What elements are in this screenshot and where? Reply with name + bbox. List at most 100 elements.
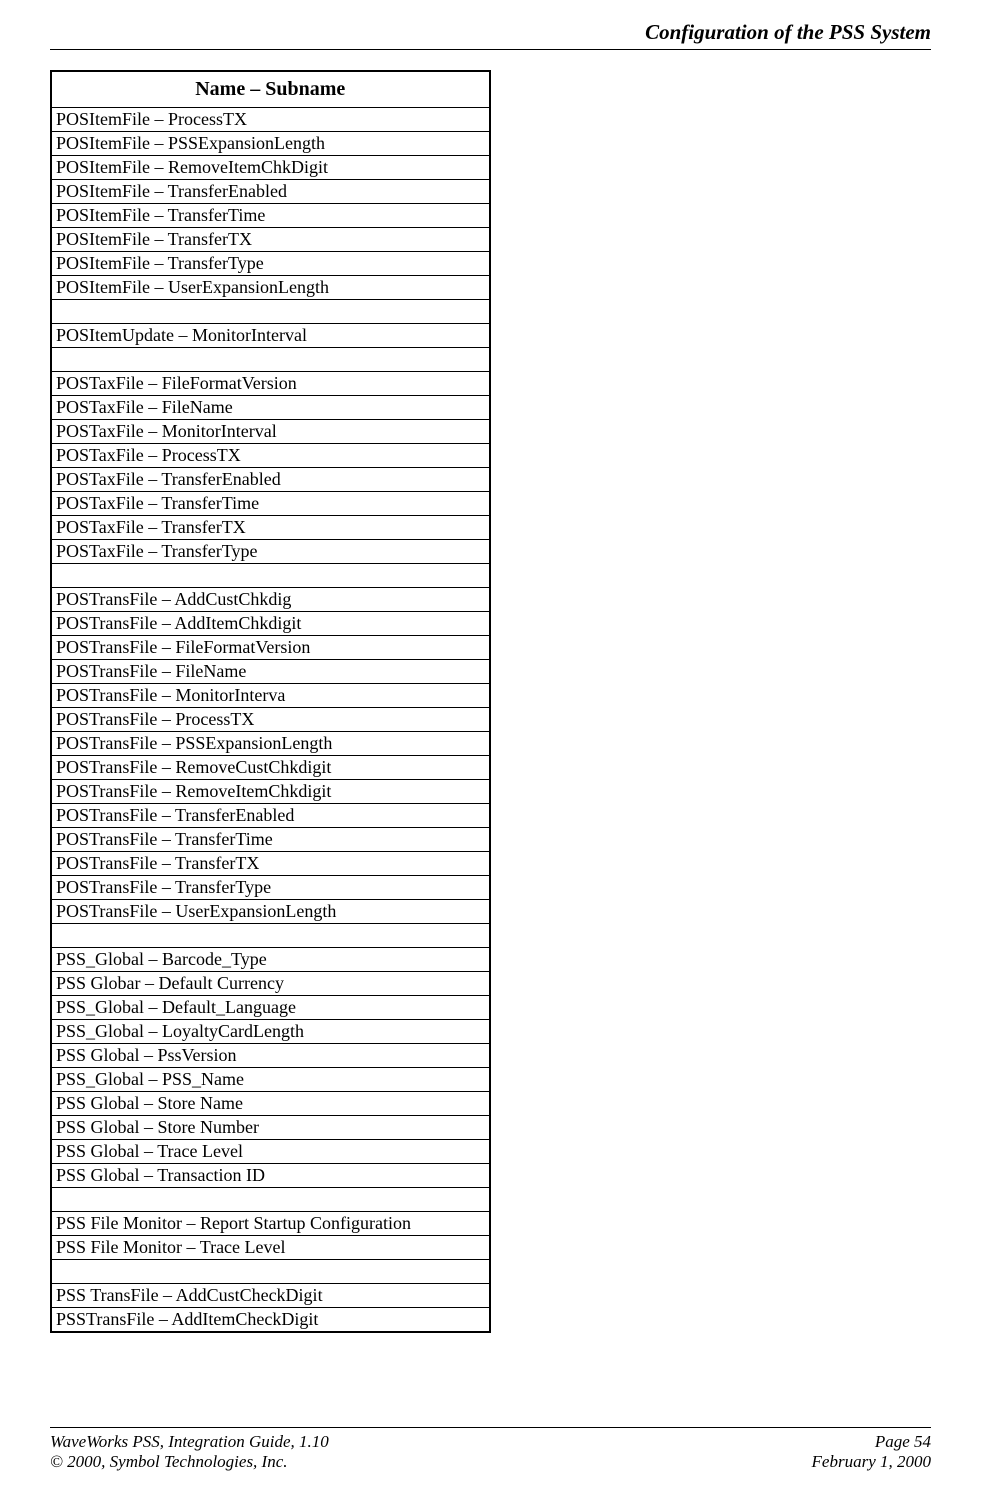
page-footer: WaveWorks PSS, Integration Guide, 1.10 P… xyxy=(50,1427,931,1472)
table-cell xyxy=(51,1188,490,1212)
table-row: POSTransFile – AddCustChkdig xyxy=(51,588,490,612)
table-cell xyxy=(51,1260,490,1284)
table-cell: POSTransFile – TransferType xyxy=(51,876,490,900)
table-row: PSS Global – Trace Level xyxy=(51,1140,490,1164)
table-row: POSTransFile – FileFormatVersion xyxy=(51,636,490,660)
table-row: POSTransFile – RemoveCustChkdigit xyxy=(51,756,490,780)
table-cell xyxy=(51,564,490,588)
table-row: PSS Global – Store Name xyxy=(51,1092,490,1116)
table-cell: PSS Global – Transaction ID xyxy=(51,1164,490,1188)
table-cell: PSS TransFile – AddCustCheckDigit xyxy=(51,1284,490,1308)
table-row: POSTransFile – TransferEnabled xyxy=(51,804,490,828)
table-row: POSTransFile – TransferType xyxy=(51,876,490,900)
table-cell: PSS_Global – Barcode_Type xyxy=(51,948,490,972)
table-row: POSItemFile – UserExpansionLength xyxy=(51,276,490,300)
table-cell: POSTransFile – TransferEnabled xyxy=(51,804,490,828)
header-title: Configuration of the PSS System xyxy=(645,20,931,44)
table-row: PSS Globar – Default Currency xyxy=(51,972,490,996)
table-cell: POSTransFile – FileName xyxy=(51,660,490,684)
table-row: POSTaxFile – TransferEnabled xyxy=(51,468,490,492)
footer-divider xyxy=(50,1427,931,1428)
footer-date: February 1, 2000 xyxy=(812,1452,931,1472)
table-cell: PSS Global – Store Number xyxy=(51,1116,490,1140)
table-row xyxy=(51,1188,490,1212)
table-cell: POSTaxFile – ProcessTX xyxy=(51,444,490,468)
table-cell: PSS Global – Store Name xyxy=(51,1092,490,1116)
table-cell: POSItemUpdate – MonitorInterval xyxy=(51,324,490,348)
table-cell: PSS Global – PssVersion xyxy=(51,1044,490,1068)
table-row: PSS Global – Store Number xyxy=(51,1116,490,1140)
table-cell: POSItemFile – TransferTime xyxy=(51,204,490,228)
table-cell: POSItemFile – TransferType xyxy=(51,252,490,276)
table-cell: PSSTransFile – AddItemCheckDigit xyxy=(51,1308,490,1333)
footer-copyright: © 2000, Symbol Technologies, Inc. xyxy=(50,1452,288,1472)
table-cell: POSTransFile – FileFormatVersion xyxy=(51,636,490,660)
table-cell: POSTransFile – AddCustChkdig xyxy=(51,588,490,612)
table-cell: POSTransFile – UserExpansionLength xyxy=(51,900,490,924)
table-cell: POSTaxFile – TransferType xyxy=(51,540,490,564)
table-row xyxy=(51,1260,490,1284)
table-row: PSS_Global – LoyaltyCardLength xyxy=(51,1020,490,1044)
table-row: POSTaxFile – FileName xyxy=(51,396,490,420)
table-row: POSTransFile – RemoveItemChkdigit xyxy=(51,780,490,804)
table-cell: POSItemFile – ProcessTX xyxy=(51,108,490,132)
table-cell: POSTaxFile – TransferEnabled xyxy=(51,468,490,492)
table-row: POSItemFile – TransferEnabled xyxy=(51,180,490,204)
table-row xyxy=(51,564,490,588)
table-header: Name – Subname xyxy=(51,71,490,108)
table-cell: POSItemFile – RemoveItemChkDigit xyxy=(51,156,490,180)
table-cell: POSItemFile – TransferTX xyxy=(51,228,490,252)
table-cell: POSItemFile – TransferEnabled xyxy=(51,180,490,204)
table-cell: POSTaxFile – FileFormatVersion xyxy=(51,372,490,396)
table-row: POSItemFile – TransferTX xyxy=(51,228,490,252)
table-cell: POSTaxFile – FileName xyxy=(51,396,490,420)
table-cell: POSTransFile – PSSExpansionLength xyxy=(51,732,490,756)
table-cell: POSTransFile – MonitorInterva xyxy=(51,684,490,708)
table-cell: POSTransFile – AddItemChkdigit xyxy=(51,612,490,636)
table-cell: PSS_Global – LoyaltyCardLength xyxy=(51,1020,490,1044)
table-cell: POSTransFile – TransferTX xyxy=(51,852,490,876)
table-row: POSTaxFile – MonitorInterval xyxy=(51,420,490,444)
table-row: POSTransFile – AddItemChkdigit xyxy=(51,612,490,636)
table-row: PSS_Global – Default_Language xyxy=(51,996,490,1020)
table-row: POSItemUpdate – MonitorInterval xyxy=(51,324,490,348)
table-cell xyxy=(51,300,490,324)
table-cell: POSTaxFile – MonitorInterval xyxy=(51,420,490,444)
table-row xyxy=(51,348,490,372)
table-row: PSS File Monitor – Trace Level xyxy=(51,1236,490,1260)
table-row: POSTransFile – MonitorInterva xyxy=(51,684,490,708)
table-row: POSTransFile – ProcessTX xyxy=(51,708,490,732)
table-row: POSItemFile – RemoveItemChkDigit xyxy=(51,156,490,180)
table-row: POSItemFile – TransferTime xyxy=(51,204,490,228)
table-cell: PSS Globar – Default Currency xyxy=(51,972,490,996)
footer-page-number: Page 54 xyxy=(875,1432,931,1452)
table-row: POSItemFile – TransferType xyxy=(51,252,490,276)
table-row: POSTransFile – UserExpansionLength xyxy=(51,900,490,924)
footer-guide-title: WaveWorks PSS, Integration Guide, 1.10 xyxy=(50,1432,329,1452)
page-header: Configuration of the PSS System xyxy=(50,0,931,45)
table-cell: POSItemFile – UserExpansionLength xyxy=(51,276,490,300)
table-row: PSS File Monitor – Report Startup Config… xyxy=(51,1212,490,1236)
table-cell: POSTransFile – ProcessTX xyxy=(51,708,490,732)
table-row: POSTaxFile – TransferType xyxy=(51,540,490,564)
table-cell: POSTransFile – RemoveCustChkdigit xyxy=(51,756,490,780)
table-row xyxy=(51,924,490,948)
table-cell: PSS_Global – Default_Language xyxy=(51,996,490,1020)
table-row: POSItemFile – ProcessTX xyxy=(51,108,490,132)
table-row: POSTaxFile – TransferTX xyxy=(51,516,490,540)
table-cell: PSS File Monitor – Report Startup Config… xyxy=(51,1212,490,1236)
table-cell: POSItemFile – PSSExpansionLength xyxy=(51,132,490,156)
table-row: PSS Global – Transaction ID xyxy=(51,1164,490,1188)
table-cell: POSTransFile – TransferTime xyxy=(51,828,490,852)
table-cell: POSTaxFile – TransferTime xyxy=(51,492,490,516)
table-cell: POSTaxFile – TransferTX xyxy=(51,516,490,540)
table-cell: PSS Global – Trace Level xyxy=(51,1140,490,1164)
table-row: PSS_Global – PSS_Name xyxy=(51,1068,490,1092)
table-row: PSS Global – PssVersion xyxy=(51,1044,490,1068)
table-row: POSTaxFile – FileFormatVersion xyxy=(51,372,490,396)
table-row: POSItemFile – PSSExpansionLength xyxy=(51,132,490,156)
header-divider xyxy=(50,49,931,50)
table-cell: PSS File Monitor – Trace Level xyxy=(51,1236,490,1260)
table-row: POSTransFile – FileName xyxy=(51,660,490,684)
table-row xyxy=(51,300,490,324)
